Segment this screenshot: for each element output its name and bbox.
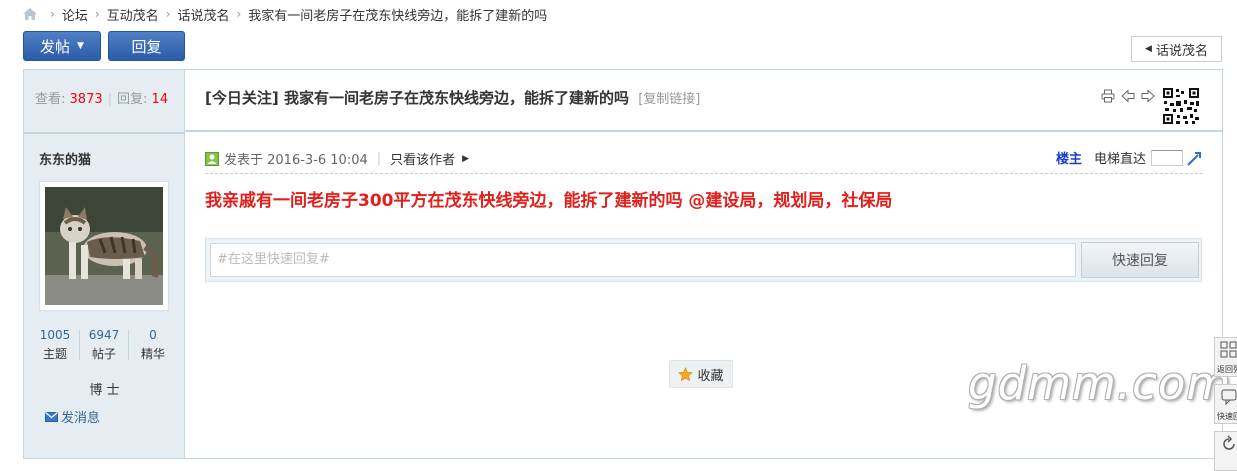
breadcrumb: › 论坛 › 互动茂名 › 话说茂名 › 我家有一间老房子在茂东快线旁边，能拆了… — [23, 4, 547, 24]
thread-title-text: 我家有一间老房子在茂东快线旁边，能拆了建新的吗 — [283, 89, 629, 107]
floor-label: 楼主 — [1055, 152, 1082, 167]
back-to-list-float-label: 返回列表 — [1217, 365, 1237, 374]
post-date: 发表于 2016-3-6 10:04 — [224, 153, 368, 168]
play-arrow-icon: ▶ — [462, 153, 470, 164]
home-icon[interactable] — [23, 8, 37, 20]
post-meta: 发表于 2016-3-6 10:04 | 只看该作者 ▶ — [205, 149, 469, 168]
send-message-label: 发消息 — [61, 411, 101, 426]
online-status-icon — [205, 151, 219, 166]
new-post-button[interactable]: 发帖 ▼ — [23, 31, 101, 61]
next-thread-icon[interactable] — [1141, 89, 1155, 103]
post-nav: 楼主 电梯直达 — [1056, 148, 1203, 167]
breadcrumb-separator: › — [165, 7, 171, 21]
posts-label: 帖子 — [91, 347, 116, 361]
meta-divider: | — [376, 151, 382, 166]
reply-label: 回复 — [131, 37, 162, 56]
send-message-link[interactable]: 发消息 — [45, 407, 100, 426]
post-content: 我亲戚有一间老房子300平方在茂东快线旁边，能拆了建新的吗 @建设局，规划局，社… — [205, 191, 893, 211]
author-stats: 1005 主题 6947 帖子 0 精华 — [31, 328, 181, 362]
jump-label: 电梯直达 — [1093, 152, 1146, 167]
breadcrumb-interactive-maoming[interactable]: 互动茂名 — [107, 5, 159, 24]
quick-reply-input[interactable]: #在这里快速回复# — [210, 243, 1076, 277]
reply-button[interactable]: 回复 — [108, 31, 185, 61]
chevron-left-icon: ◀ — [1145, 44, 1152, 54]
list-icon — [1220, 341, 1237, 358]
avatar-image — [45, 187, 163, 305]
reply-icon — [1221, 389, 1237, 406]
thread-title: [今日关注] 我家有一间老房子在茂东快线旁边，能拆了建新的吗 [复制链接] — [205, 87, 700, 108]
replies-label: 回复: — [117, 92, 148, 107]
favorite-label: 收藏 — [697, 368, 724, 384]
digest-stat[interactable]: 0 精华 — [129, 328, 177, 362]
topics-label: 主题 — [42, 347, 67, 361]
sidebar-divider — [24, 132, 185, 134]
thread-tag[interactable]: [今日关注] — [205, 89, 279, 107]
jump-floor-input[interactable] — [1151, 149, 1183, 166]
copy-link-button[interactable]: [复制链接] — [638, 92, 700, 107]
prev-thread-icon[interactable] — [1121, 89, 1135, 103]
replies-count: 14 — [151, 92, 169, 107]
stats-divider: | — [107, 92, 113, 107]
views-count: 3873 — [69, 92, 103, 107]
thread-stats: 查看: 3873 | 回复: 14 — [35, 88, 168, 107]
digest-label: 精华 — [140, 347, 165, 361]
jump-go-icon[interactable] — [1187, 150, 1203, 166]
author-name[interactable]: 东东的猫 — [39, 149, 91, 168]
breadcrumb-talk-maoming[interactable]: 话说茂名 — [177, 5, 229, 24]
author-rank: 博 士 — [89, 383, 120, 398]
qr-code[interactable] — [1161, 86, 1201, 126]
breadcrumb-current-thread: 我家有一间老房子在茂东快线旁边，能拆了建新的吗 — [248, 8, 548, 24]
quick-reply-float-label: 快速回复 — [1217, 412, 1237, 421]
back-to-forum-label: 话说茂名 — [1155, 43, 1208, 59]
quick-reply-float-button[interactable]: 快速回复 — [1214, 384, 1237, 424]
breadcrumb-forum[interactable]: 论坛 — [62, 5, 88, 24]
author-sidebar: 查看: 3873 | 回复: 14 东东的猫 1005 主题 6947 帖子 0… — [24, 70, 185, 458]
topics-stat[interactable]: 1005 主题 — [31, 328, 79, 362]
only-author-link[interactable]: 只看该作者 — [390, 149, 455, 168]
refresh-icon — [1223, 435, 1235, 450]
new-post-label: 发帖 — [40, 37, 71, 56]
quick-reply-box: #在这里快速回复# 快速回复 — [205, 238, 1202, 282]
quick-reply-button[interactable]: 快速回复 — [1081, 242, 1199, 278]
back-to-list-float-button[interactable]: 返回列表 — [1214, 337, 1237, 377]
thread-title-bar: [今日关注] 我家有一间老房子在茂东快线旁边，能拆了建新的吗 [复制链接] — [185, 70, 1222, 132]
digest-count: 0 — [149, 328, 157, 342]
back-to-forum-button[interactable]: ◀ 话说茂名 — [1131, 36, 1222, 62]
mail-icon — [45, 411, 58, 422]
refresh-float-button[interactable] — [1214, 431, 1237, 471]
favorite-button[interactable]: 收藏 — [669, 360, 733, 388]
site-watermark: gdmm.com — [968, 357, 1232, 410]
thread-tools — [1101, 89, 1155, 103]
breadcrumb-separator: › — [94, 7, 100, 21]
breadcrumb-separator: › — [236, 7, 242, 21]
chevron-down-icon: ▼ — [77, 41, 84, 51]
topics-count: 1005 — [39, 328, 71, 342]
avatar[interactable] — [39, 181, 169, 311]
posts-count: 6947 — [88, 328, 120, 342]
print-icon[interactable] — [1101, 89, 1115, 103]
views-label: 查看: — [35, 92, 66, 107]
posts-stat[interactable]: 6947 帖子 — [80, 328, 128, 362]
breadcrumb-separator: › — [50, 7, 55, 21]
post-header: 发表于 2016-3-6 10:04 | 只看该作者 ▶ 楼主 电梯直达 — [205, 147, 1203, 174]
star-icon — [678, 366, 694, 381]
